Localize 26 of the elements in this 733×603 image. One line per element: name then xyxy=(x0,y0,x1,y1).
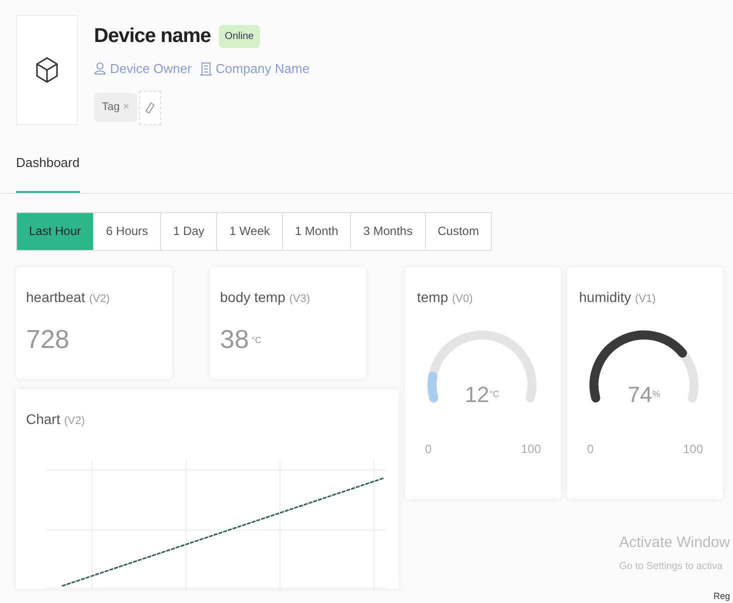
tab[interactable]: Dashboard xyxy=(16,153,80,192)
device-name: Device name xyxy=(94,24,211,49)
widget-value: 38$^{°C}$ xyxy=(220,322,263,356)
widget-title: Chart (V2) xyxy=(26,410,86,428)
gauge-max-label: 100 xyxy=(520,440,541,458)
tag-chip[interactable]: Tag × xyxy=(94,93,138,122)
user-icon xyxy=(94,62,106,76)
cube-icon xyxy=(35,56,59,84)
status-badge: Online xyxy=(218,24,260,48)
activation-title: Activate Window xyxy=(619,533,730,553)
widget-title: humidity (V1) xyxy=(579,288,657,307)
activation-message: Go to Settings to activa xyxy=(619,560,723,574)
tag-icon xyxy=(145,102,156,114)
building-icon xyxy=(200,62,212,76)
add-tag-button[interactable] xyxy=(139,90,162,124)
footer-text: Reg xyxy=(713,590,730,603)
gauge-min-label: 0 xyxy=(425,440,432,458)
time-range-button[interactable]: Last Hour xyxy=(17,212,94,250)
gauge-value: 12$^{°C}$ xyxy=(464,380,500,408)
widget-title: heartbeat (V2) xyxy=(26,288,111,306)
widget-title: body temp (V3) xyxy=(220,288,312,307)
gauge-max-label: 100 xyxy=(682,440,703,458)
gauge-value: 74$^{%}$ xyxy=(626,380,662,408)
widget-value: 728 xyxy=(26,322,70,356)
gauge-min-label: 0 xyxy=(587,440,594,458)
widget-title: temp (V0) xyxy=(417,288,474,307)
